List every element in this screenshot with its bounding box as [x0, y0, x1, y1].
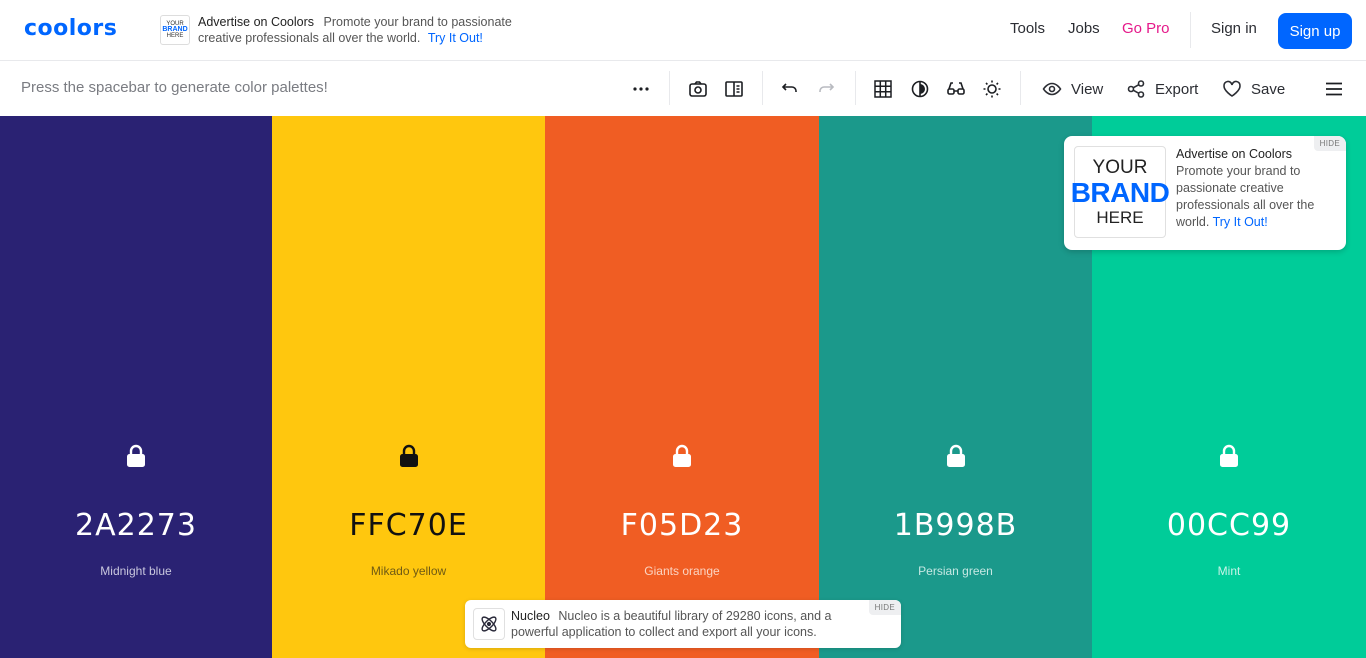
atom-icon: [473, 608, 505, 640]
coolors-logo[interactable]: coolors: [24, 16, 117, 41]
brand-ad-image[interactable]: YOUR BRAND HERE: [1071, 146, 1170, 238]
color-name[interactable]: Mint: [1092, 564, 1366, 578]
share-icon: [1127, 80, 1145, 98]
nucleo-ad-title[interactable]: Nucleo: [511, 609, 550, 623]
sponsor-ad-card[interactable]: YOUR BRAND HERE Advertise on Coolors Pro…: [1064, 136, 1346, 250]
camera-icon[interactable]: [686, 77, 710, 101]
toolbar-divider: [762, 71, 763, 105]
ad-card-title[interactable]: Advertise on Coolors: [1176, 146, 1336, 163]
lock-icon[interactable]: [671, 444, 693, 468]
nucleo-ad-banner[interactable]: Nucleo Nucleo is a beautiful library of …: [465, 600, 901, 648]
contrast-icon[interactable]: [908, 77, 932, 101]
glasses-icon[interactable]: [944, 77, 968, 101]
ad-thumb-line3: HERE: [166, 33, 184, 39]
side-panel-icon[interactable]: [722, 77, 746, 101]
nav-jobs[interactable]: Jobs: [1068, 20, 1100, 37]
export-button[interactable]: Export: [1126, 77, 1198, 101]
header-ad-title[interactable]: Advertise on Coolors: [198, 15, 314, 29]
redo-icon[interactable]: [814, 77, 838, 101]
hex-code[interactable]: F05D23: [545, 508, 819, 543]
lock-icon[interactable]: [125, 444, 147, 468]
color-name[interactable]: Giants orange: [545, 564, 819, 578]
view-button[interactable]: View: [1042, 77, 1103, 101]
sign-up-button[interactable]: Sign up: [1278, 13, 1352, 49]
hide-ad-button[interactable]: HIDE: [1313, 136, 1346, 151]
export-label: Export: [1155, 80, 1199, 98]
ad-image-line3: HERE: [1096, 207, 1144, 227]
color-name[interactable]: Mikado yellow: [272, 564, 545, 578]
nav-divider: [1190, 12, 1191, 48]
top-navbar: coolors YOUR BRAND HERE Advertise on Coo…: [0, 0, 1366, 61]
header-ad-text: Advertise on Coolors Promote your brand …: [198, 14, 538, 46]
toolbar-divider: [1020, 71, 1021, 105]
nav-tools[interactable]: Tools: [1010, 20, 1045, 37]
ad-image-line1: YOUR: [1092, 156, 1148, 178]
sun-icon[interactable]: [980, 77, 1004, 101]
toolbar-divider: [669, 71, 670, 105]
hex-code[interactable]: 00CC99: [1092, 508, 1366, 543]
ad-image-line2: BRAND: [1070, 176, 1170, 208]
save-button[interactable]: Save: [1222, 77, 1285, 101]
ad-card-link[interactable]: Try It Out!: [1213, 215, 1268, 229]
more-icon[interactable]: [629, 77, 653, 101]
hex-code[interactable]: 2A2273: [0, 508, 272, 543]
color-name[interactable]: Persian green: [819, 564, 1092, 578]
hex-code[interactable]: 1B998B: [819, 508, 1092, 543]
heart-icon: [1223, 80, 1241, 97]
color-name[interactable]: Midnight blue: [0, 564, 272, 578]
view-label: View: [1071, 80, 1104, 98]
palette-toolbar: Press the spacebar to generate color pal…: [0, 61, 1366, 116]
spacebar-hint: Press the spacebar to generate color pal…: [21, 79, 328, 96]
grid-icon[interactable]: [871, 77, 895, 101]
eye-icon: [1042, 82, 1062, 96]
color-swatch[interactable]: 2A2273 Midnight blue: [0, 116, 272, 658]
lock-icon[interactable]: [398, 444, 420, 468]
hex-code[interactable]: FFC70E: [272, 508, 545, 543]
color-swatch[interactable]: F05D23 Giants orange: [545, 116, 819, 658]
nucleo-ad-text: Nucleo Nucleo is a beautiful library of …: [511, 608, 856, 640]
sign-in-link[interactable]: Sign in: [1211, 20, 1257, 37]
ad-card-text: Advertise on Coolors Promote your brand …: [1176, 146, 1336, 231]
color-swatch[interactable]: 1B998B Persian green: [819, 116, 1092, 658]
undo-icon[interactable]: [778, 77, 802, 101]
nucleo-ad-body: Nucleo is a beautiful library of 29280 i…: [511, 609, 832, 639]
hide-nucleo-ad-button[interactable]: HIDE: [868, 600, 901, 615]
save-label: Save: [1251, 80, 1286, 98]
header-ad-link[interactable]: Try It Out!: [428, 31, 483, 45]
lock-icon[interactable]: [945, 444, 967, 468]
color-swatch[interactable]: FFC70E Mikado yellow: [272, 116, 545, 658]
toolbar-divider: [855, 71, 856, 105]
lock-icon[interactable]: [1218, 444, 1240, 468]
nav-go-pro[interactable]: Go Pro: [1122, 20, 1170, 37]
menu-icon[interactable]: [1322, 77, 1346, 101]
brand-ad-thumbnail[interactable]: YOUR BRAND HERE: [160, 15, 190, 45]
